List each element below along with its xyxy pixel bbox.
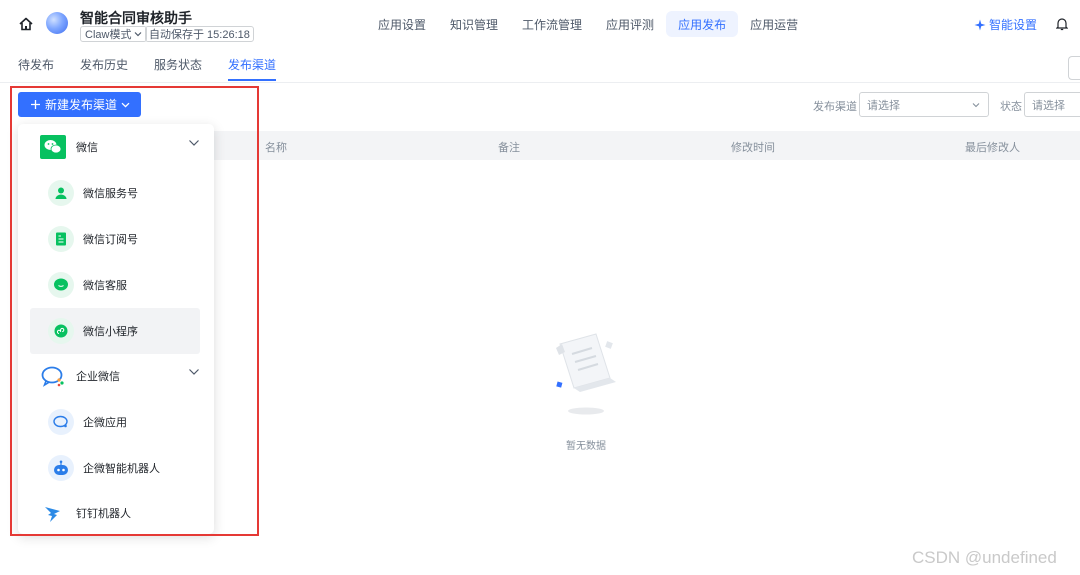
chevron-down-icon: [135, 32, 142, 37]
app-title: 智能合同审核助手: [80, 10, 192, 26]
nav-publish[interactable]: 应用发布: [666, 11, 739, 37]
nav-workflow[interactable]: 工作流管理: [510, 11, 594, 37]
column-last-modifier: 最后修改人: [965, 142, 1020, 154]
sub-tabs: 待发布 发布历史 服务状态 发布渠道: [18, 56, 277, 81]
nav-evaluation[interactable]: 应用评测: [594, 11, 666, 37]
home-icon[interactable]: [18, 16, 34, 32]
smart-setting-button[interactable]: 智能设置: [974, 16, 1037, 33]
autosave-status: 自动保存于 15:26:18: [145, 26, 254, 42]
app-header: 智能合同审核助手 Claw模式 自动保存于 15:26:18 应用设置 知识管理…: [0, 0, 1080, 50]
tab-service-status[interactable]: 服务状态: [154, 56, 202, 78]
nav-app-settings[interactable]: 应用设置: [366, 11, 438, 37]
filter-channel-placeholder: 请选择: [867, 99, 900, 112]
nav-operation[interactable]: 应用运营: [738, 11, 810, 37]
bell-icon[interactable]: [1056, 17, 1068, 31]
filter-status-label: 状态: [1000, 101, 1022, 113]
column-name: 名称: [265, 142, 287, 154]
filter-channel-select[interactable]: 请选择: [859, 92, 989, 117]
mode-select[interactable]: Claw模式: [80, 26, 148, 42]
watermark: CSDN @undefined: [912, 548, 1057, 567]
filter-status-placeholder: 请选择: [1032, 99, 1065, 112]
filter-channel-label: 发布渠道: [813, 101, 857, 113]
tabs-divider: [0, 82, 1080, 83]
tab-pending[interactable]: 待发布: [18, 56, 54, 78]
empty-document-icon: [556, 333, 616, 415]
highlight-frame: [10, 86, 259, 536]
tab-channels[interactable]: 发布渠道: [228, 56, 277, 81]
top-nav: 应用设置 知识管理 工作流管理 应用评测 应用发布 应用运营: [366, 11, 810, 37]
tab-history[interactable]: 发布历史: [80, 56, 128, 78]
smart-setting-label: 智能设置: [989, 18, 1038, 32]
mode-select-value: Claw模式: [85, 29, 132, 41]
chevron-down-icon: [972, 103, 980, 108]
app-logo: [46, 12, 68, 34]
corner-button[interactable]: [1068, 56, 1080, 80]
sparkle-icon: [974, 19, 986, 30]
column-modified-time: 修改时间: [731, 142, 775, 154]
empty-state-text: 暂无数据: [566, 441, 606, 452]
filter-status-select[interactable]: 请选择: [1024, 92, 1080, 117]
column-remark: 备注: [498, 142, 520, 154]
nav-knowledge[interactable]: 知识管理: [438, 11, 510, 37]
